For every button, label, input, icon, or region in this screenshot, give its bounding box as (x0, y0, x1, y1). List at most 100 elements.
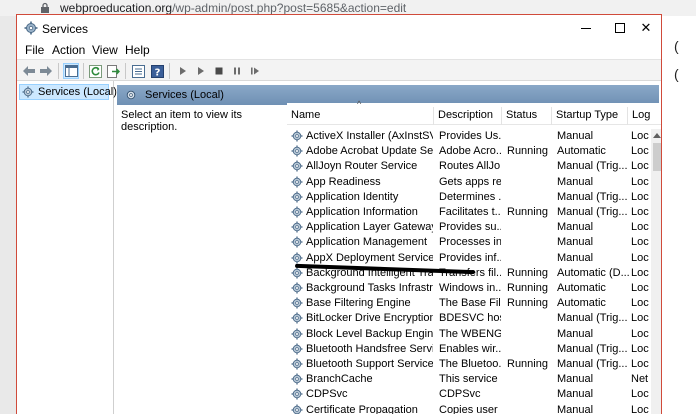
show-console-tree-button[interactable] (63, 63, 79, 79)
service-startup-type: Manual (Trig... (557, 312, 628, 325)
title-bar[interactable]: Services ✕ (17, 15, 661, 41)
menu-view[interactable]: View (92, 43, 118, 57)
service-name: Application Management (306, 236, 428, 249)
service-log-on-as: Loc (631, 221, 649, 234)
refresh-icon (88, 64, 102, 78)
lock-icon (41, 2, 49, 13)
menu-bar: File Action View Help (17, 41, 661, 59)
service-log-on-as: Loc (631, 206, 649, 218)
table-row[interactable]: Application Layer Gateway ... Provides su… (287, 220, 649, 235)
service-name-cell: ActiveX Installer (AxInstSV) (291, 130, 433, 142)
services-list[interactable]: ^ Name Description Status Startup Type L… (287, 99, 661, 414)
help-icon: ? (150, 64, 164, 78)
table-row[interactable]: Block Level Backup Engine ... The WBENG..… (287, 327, 649, 342)
tree-item-services-local[interactable]: Services (Local) (19, 84, 117, 100)
services-gear-icon (126, 90, 136, 100)
table-row[interactable]: Bluetooth Support Service The Bluetoo... R… (287, 357, 649, 372)
service-name-cell: Adobe Acrobat Update Serv... (291, 145, 433, 157)
vertical-scrollbar[interactable] (651, 129, 661, 414)
table-row[interactable]: App Readiness Gets apps re... Manual Loc (287, 175, 649, 190)
menu-help[interactable]: Help (125, 43, 150, 57)
service-description: Copies user ... (439, 403, 501, 414)
service-log-on-as: Loc (631, 282, 649, 294)
back-button[interactable] (21, 63, 37, 79)
table-row[interactable]: CDPSvc CDPSvc Manual Loc (287, 387, 649, 402)
content-header: Services (Local) (117, 85, 659, 105)
table-row[interactable]: Application Identity Determines ... Manual… (287, 190, 649, 205)
table-row[interactable]: Adobe Acrobat Update Serv... Adobe Acro..… (287, 144, 649, 159)
service-startup-type: Manual (Trig... (557, 190, 628, 203)
column-header-log-on-as[interactable]: Log (627, 107, 651, 125)
table-row[interactable]: Base Filtering Engine The Base Fil... Runn… (287, 296, 649, 311)
menu-action[interactable]: Action (52, 43, 85, 57)
table-row[interactable]: ActiveX Installer (AxInstSV) Provides Us.… (287, 129, 649, 144)
service-description: Enables wir... (439, 342, 501, 355)
service-startup-type: Automatic (557, 145, 606, 158)
refresh-button[interactable] (87, 63, 103, 79)
service-log-on-as: Loc (631, 236, 649, 249)
service-description: Windows in... (439, 282, 501, 294)
column-header-status[interactable]: Status (501, 107, 551, 125)
help-button[interactable]: ? (149, 63, 165, 79)
table-row[interactable]: Certificate Propagation Copies user ... Ma… (287, 403, 649, 414)
service-gear-icon (291, 282, 303, 294)
service-name-cell: Base Filtering Engine (291, 297, 433, 309)
bg-letter: ( (674, 38, 679, 54)
service-status: Running (507, 358, 548, 370)
table-row[interactable]: BranchCache This service ... Manual Net (287, 372, 649, 387)
service-name: App Readiness (306, 175, 381, 188)
minimize-button[interactable] (569, 15, 603, 41)
services-gear-icon (24, 21, 38, 35)
restart-service-button[interactable] (247, 63, 263, 79)
properties-button[interactable] (130, 63, 146, 79)
toolbar-separator (125, 63, 126, 79)
service-status: Running (507, 282, 548, 294)
service-startup-type: Manual (557, 236, 594, 249)
chevron-up-icon (653, 132, 661, 138)
scroll-thumb[interactable] (653, 143, 661, 171)
table-row[interactable]: AllJoyn Router Service Routes AllJo... Man… (287, 159, 649, 174)
close-button[interactable]: ✕ (629, 15, 661, 41)
column-header-name[interactable]: Name (287, 107, 431, 125)
column-header-description[interactable]: Description (433, 107, 501, 125)
column-header-startup-type[interactable]: Startup Type (551, 107, 627, 125)
service-startup-type: Manual (Trig... (557, 206, 628, 218)
service-name: BitLocker Drive Encryption ... (306, 312, 433, 325)
table-row[interactable]: Background Tasks Infrastru... Windows in.… (287, 281, 649, 296)
pause-service-button[interactable] (229, 63, 245, 79)
service-description: The WBENG... (439, 327, 501, 340)
service-description: The Base Fil... (439, 297, 501, 310)
table-row[interactable]: AppX Deployment Service (... Provides inf… (287, 251, 649, 266)
forward-button[interactable] (38, 63, 54, 79)
url-text[interactable]: webproeducation.org/wp-admin/post.php?po… (60, 1, 406, 15)
tree-item-label: Services (Local) (38, 86, 117, 98)
table-row[interactable]: Application Information Facilitates t... R… (287, 205, 649, 220)
service-description: Provides inf... (439, 251, 501, 264)
menu-file[interactable]: File (25, 43, 44, 57)
service-startup-type: Manual (557, 388, 594, 401)
service-name: Application Identity (306, 190, 399, 203)
stop-service-button[interactable] (211, 63, 227, 79)
toolbar-separator (58, 63, 59, 79)
table-row[interactable]: Bluetooth Handsfree Service Enables wir..… (287, 342, 649, 357)
table-row[interactable]: Application Management Processes in... Man… (287, 235, 649, 250)
services-gear-icon (22, 86, 34, 98)
toolbar-separator (83, 63, 84, 79)
table-row[interactable]: BitLocker Drive Encryption ... BDESVC hos… (287, 311, 649, 326)
start-service-alt-button[interactable] (193, 63, 209, 79)
service-name-cell: AppX Deployment Service (... (291, 252, 433, 264)
service-gear-icon (291, 297, 303, 309)
service-startup-type: Manual (557, 251, 594, 264)
service-description: This service ... (439, 373, 501, 386)
export-list-button[interactable] (105, 63, 121, 79)
services-content-pane: Services (Local) Select an item to view … (117, 81, 661, 414)
service-gear-icon (291, 160, 303, 172)
service-gear-icon (291, 404, 303, 414)
service-gear-icon (291, 176, 303, 188)
service-startup-type: Automatic (D... (557, 266, 629, 279)
service-description: Processes in... (439, 236, 501, 249)
scroll-up-button[interactable] (651, 129, 661, 141)
start-service-button[interactable] (175, 63, 191, 79)
service-log-on-as: Loc (631, 266, 649, 279)
service-name: AppX Deployment Service (... (306, 251, 433, 264)
